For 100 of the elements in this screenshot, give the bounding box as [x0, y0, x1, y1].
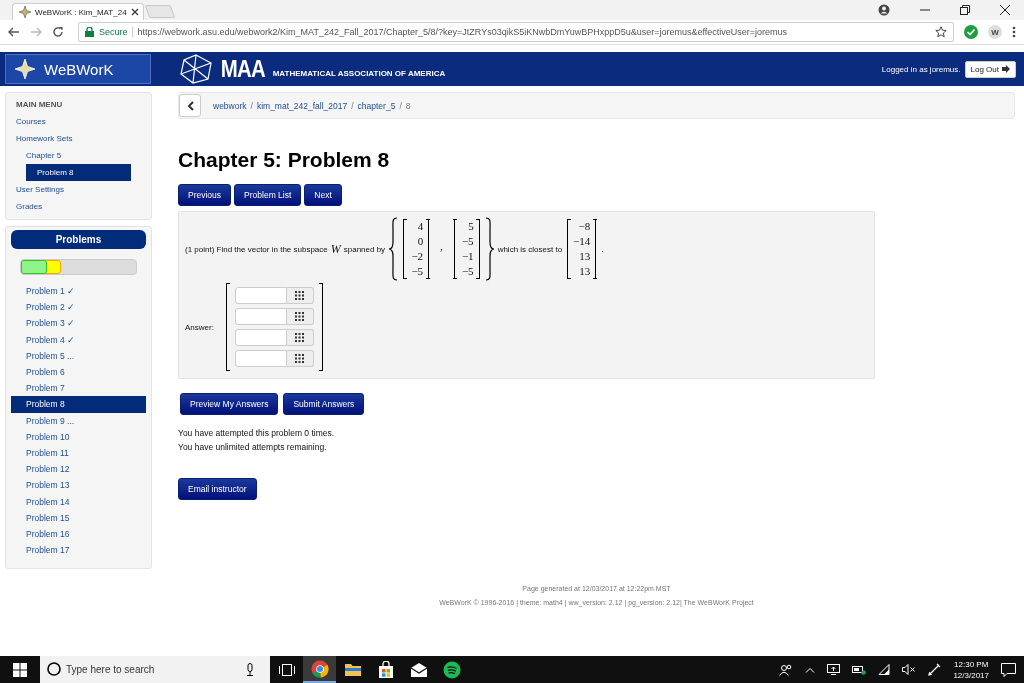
problem-link[interactable]: Problem 12	[11, 461, 146, 478]
battery-icon[interactable]	[852, 664, 867, 675]
breadcrumb-separator: /	[351, 100, 354, 111]
menu-link[interactable]: User Settings	[6, 181, 151, 198]
problem-link[interactable]: Problem 11	[11, 444, 146, 462]
menu-link[interactable]: Grades	[6, 198, 151, 215]
problem-link[interactable]: Problem 14	[11, 493, 146, 510]
microphone-icon[interactable]	[246, 663, 254, 676]
vector-entry: −8	[577, 219, 591, 234]
nav-button[interactable]: Previous	[178, 184, 232, 206]
close-icon[interactable]	[1000, 5, 1010, 15]
chevron-left-icon	[186, 100, 194, 111]
taskbar-app-button[interactable]	[303, 656, 336, 683]
math-variable: W	[330, 241, 341, 257]
breadcrumb-current: 8	[405, 100, 411, 111]
menu-link[interactable]: Chapter 5	[6, 147, 151, 164]
problem-link[interactable]: Problem 1 ✓	[11, 283, 146, 300]
wifi-icon[interactable]	[878, 664, 891, 675]
problem-link[interactable]: Problem 9 ...	[11, 412, 146, 429]
panel-heading: Problems	[11, 230, 146, 249]
answer-field[interactable]	[234, 350, 287, 367]
email-button[interactable]: Email instructor	[178, 478, 257, 500]
sign-out-icon	[1002, 65, 1010, 73]
pen-icon[interactable]	[928, 663, 942, 676]
address-field[interactable]: Secure https://webwork.asu.edu/webwork2/Kim_MAT_242_Fall_2017/Chapter_5/8/?key=JtZRYs03qikS5iKNwbDmYuwBPHxppD5u&user=joremus&effectiveUser=joremus	[78, 22, 954, 42]
vector-entry: 0	[416, 234, 424, 249]
grid-icon	[295, 312, 305, 321]
comma: ,	[439, 240, 444, 252]
task-view-icon	[278, 663, 295, 676]
close-icon[interactable]	[130, 8, 139, 16]
attempts-text: You have unlimited attempts remaining.	[178, 441, 328, 454]
maa-logo[interactable]: MAA MATHEMATICAL ASSOCIATION OF AMERICA	[179, 54, 446, 84]
nav-button[interactable]: Problem List	[234, 184, 302, 206]
attempts-text: You have attempted this problem 0 times.	[178, 427, 336, 440]
search-icon	[47, 662, 61, 676]
menu-link[interactable]: Homework Sets	[6, 130, 151, 147]
menu-heading: MAIN MENU	[15, 99, 64, 111]
more-menu-icon[interactable]	[1012, 26, 1016, 38]
star-logo-icon	[14, 58, 36, 80]
left-brace-icon	[388, 217, 399, 281]
matrix-palette-button[interactable]	[286, 350, 314, 367]
back-icon[interactable]	[8, 26, 20, 38]
vector-entry: −5	[410, 264, 424, 279]
lock-icon	[85, 27, 94, 37]
problem-link[interactable]: Problem 4 ✓	[11, 331, 146, 348]
grid-icon	[295, 291, 305, 300]
breadcrumb-link[interactable]: chapter_5	[357, 100, 396, 111]
nav-button[interactable]: Next	[304, 184, 342, 206]
shopping-bag-icon	[376, 660, 395, 679]
clock[interactable]: 12:30 PM 12/3/2017	[953, 658, 989, 681]
people-icon[interactable]	[779, 663, 794, 676]
chevron-up-icon[interactable]	[805, 666, 816, 673]
logged-in-text: Logged in as joremus.	[881, 64, 961, 74]
breadcrumb-link[interactable]: kim_mat_242_fall_2017	[256, 100, 348, 111]
problem-link[interactable]: Problem 17	[11, 542, 146, 559]
problem-link[interactable]: Problem 15	[11, 509, 146, 526]
page-title: Chapter 5: Problem 8	[178, 148, 391, 172]
taskbar-search-field[interactable]: Type here to search	[40, 656, 270, 683]
muted-speaker-icon[interactable]	[902, 664, 917, 675]
problem-link[interactable]: Problem 5 ...	[11, 347, 146, 364]
round-browser-icon	[310, 659, 329, 678]
vector-entry: 13	[578, 249, 591, 264]
back-button[interactable]	[179, 94, 201, 117]
browser-tab[interactable]: WeBWorK : Kim_MAT_24	[12, 3, 144, 20]
check-circle-icon[interactable]	[964, 25, 978, 39]
webwork-logo[interactable]: WeBWorK	[5, 54, 151, 84]
problem-link[interactable]: Problem 16	[11, 525, 146, 542]
submit-button[interactable]: Preview My Answers	[180, 393, 279, 415]
answer-field[interactable]	[234, 308, 287, 325]
menu-link[interactable]: Courses	[6, 113, 151, 130]
problem-link[interactable]: Problem 10	[11, 428, 146, 445]
matrix-palette-button[interactable]	[286, 308, 314, 325]
reload-icon[interactable]	[52, 26, 64, 38]
problem-link[interactable]: Problem 8	[11, 396, 146, 413]
secure-label: Secure	[99, 27, 133, 37]
notification-icon[interactable]	[1001, 662, 1016, 677]
bookmark-star-icon[interactable]	[935, 26, 947, 38]
account-icon[interactable]	[878, 4, 890, 16]
restore-icon[interactable]	[960, 5, 970, 15]
answer-field[interactable]	[234, 287, 287, 304]
submit-button[interactable]: Submit Answers	[283, 393, 365, 415]
problem-link[interactable]: Problem 6	[11, 363, 146, 381]
matrix-palette-button[interactable]	[286, 287, 314, 304]
music-app-icon	[442, 660, 461, 679]
display-icon[interactable]	[827, 664, 841, 675]
breadcrumb-separator: /	[250, 100, 253, 111]
problem-link[interactable]: Problem 13	[11, 477, 146, 494]
problem-link[interactable]: Problem 7	[11, 380, 146, 397]
problem-link[interactable]: Problem 2 ✓	[11, 299, 146, 316]
answer-field[interactable]	[234, 329, 287, 346]
problem-link[interactable]: Problem 3 ✓	[11, 315, 146, 332]
logout-button[interactable]: Log Out	[964, 60, 1016, 78]
vector-entry: −2	[410, 249, 424, 264]
breadcrumb-link[interactable]: webwork	[213, 100, 247, 111]
vector-entry: 5	[467, 219, 474, 234]
matrix-palette-button[interactable]	[286, 329, 314, 346]
problem-text: which is closest to	[497, 244, 563, 254]
menu-link[interactable]: Problem 8	[26, 164, 131, 181]
problem-text: (1 point) Find the vector in the subspace	[185, 244, 328, 254]
extension-button[interactable]: W	[988, 25, 1002, 39]
